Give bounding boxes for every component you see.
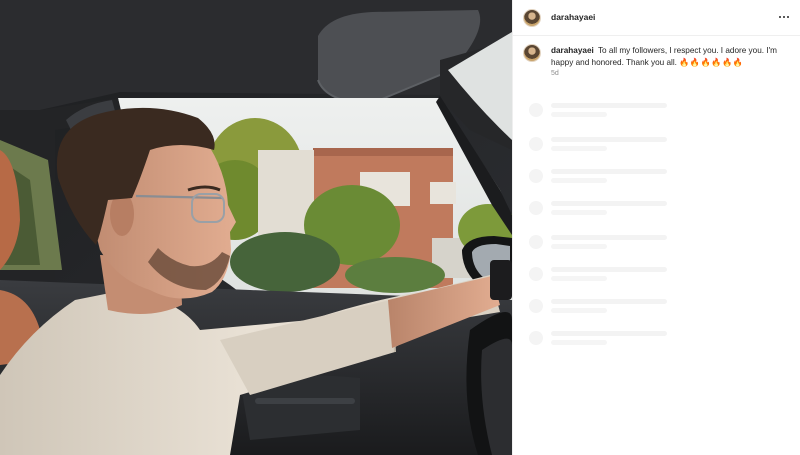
post-side-panel: darahayaei darahayaei To all my follower… xyxy=(512,0,800,455)
caption-avatar[interactable] xyxy=(523,44,541,62)
post-timestamp[interactable]: 5d xyxy=(551,70,559,77)
more-horizontal-icon[interactable] xyxy=(775,8,793,26)
fire-emoji-icons: 🔥🔥🔥🔥🔥🔥 xyxy=(679,58,744,67)
author-username[interactable]: darahayaei xyxy=(551,12,595,22)
post-header: darahayaei xyxy=(513,0,800,36)
comment-skeleton xyxy=(513,100,800,130)
author-avatar[interactable] xyxy=(523,9,541,27)
comment-skeleton xyxy=(513,134,800,164)
comment-skeleton xyxy=(513,166,800,196)
comment-skeleton xyxy=(513,232,800,262)
caption-username[interactable]: darahayaei xyxy=(551,46,594,55)
comment-skeleton xyxy=(513,264,800,294)
comment-skeleton xyxy=(513,296,800,326)
post-photo xyxy=(0,0,512,455)
comment-skeleton xyxy=(513,328,800,358)
comment-skeleton xyxy=(513,198,800,228)
post-media[interactable] xyxy=(0,0,512,455)
caption-text: darahayaei To all my followers, I respec… xyxy=(551,45,787,69)
